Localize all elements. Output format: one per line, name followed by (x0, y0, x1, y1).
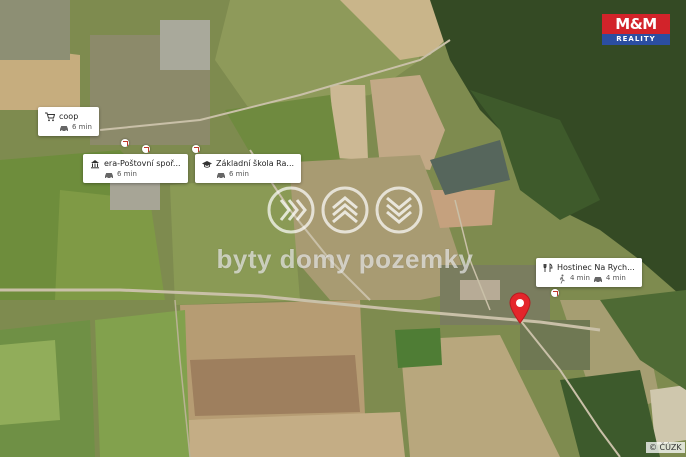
poi-pointer (192, 145, 200, 153)
bank-icon (91, 159, 99, 168)
car-icon (105, 172, 113, 179)
poi-time: 4 min (605, 274, 626, 282)
poi-walk-time: 4 min (570, 274, 590, 282)
car-icon (60, 125, 68, 132)
poi-name: Hostinec Na Rych... (557, 263, 635, 272)
poi-name: era-Poštovní spoř... (104, 159, 181, 168)
car-icon (593, 276, 602, 283)
cart-icon (45, 112, 55, 121)
poi-time: 6 min (72, 123, 92, 131)
school-icon (202, 160, 212, 168)
brand-logo: M&M REALITY (602, 14, 670, 47)
aerial-map[interactable] (0, 0, 686, 457)
poi-pointer (121, 139, 129, 147)
poi-name: coop (59, 112, 79, 121)
poi-name: Základní škola Ra... (216, 159, 295, 168)
poi-time: 6 min (229, 170, 249, 178)
poi-time: 6 min (117, 170, 137, 178)
map-attribution: © ČÚZK (646, 442, 685, 453)
map-pin-icon[interactable] (509, 292, 531, 324)
poi-pointer (142, 145, 150, 153)
logo-subtitle: REALITY (602, 34, 670, 45)
restaurant-icon (543, 262, 553, 272)
car-icon (217, 172, 225, 179)
walk-icon (559, 274, 565, 284)
poi-pointer (551, 289, 559, 297)
poi-card-school[interactable]: Základní škola Ra... 6 min (195, 154, 302, 183)
logo-mark: M&M (602, 14, 670, 34)
poi-card-era[interactable]: era-Poštovní spoř... 6 min (83, 154, 188, 183)
poi-card-coop[interactable]: coop 6 min (38, 107, 99, 136)
poi-card-restaurant[interactable]: Hostinec Na Rych... 4 min 4 min (536, 258, 642, 287)
